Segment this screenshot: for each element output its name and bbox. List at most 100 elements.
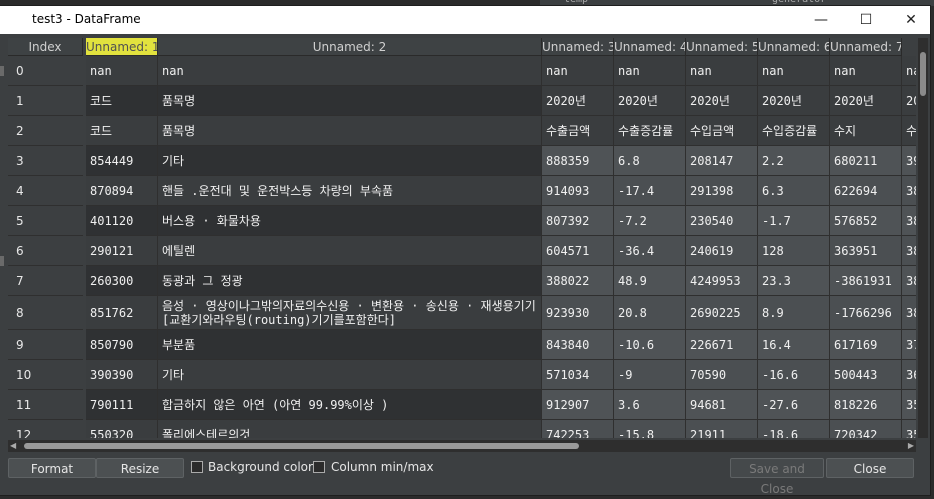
table-cell[interactable]: -36.4 — [614, 236, 686, 265]
table-cell[interactable]: 기타 — [158, 360, 542, 389]
table-cell[interactable]: -1.7 — [758, 206, 830, 235]
table-cell[interactable]: 폴리에스테르의것 — [158, 420, 542, 438]
background-color-label[interactable]: Background color — [208, 460, 313, 474]
column-header[interactable]: Unnamed: 2 — [158, 38, 542, 56]
column-minmax-checkbox[interactable] — [313, 461, 325, 473]
dataframe-grid[interactable]: Index Unnamed: 1 Unnamed: 2 Unnamed: 3 U… — [8, 38, 916, 438]
table-cell[interactable]: 2020년 — [758, 86, 830, 115]
table-cell[interactable]: 16.4 — [758, 330, 830, 359]
table-cell[interactable]: -27.6 — [758, 390, 830, 419]
table-cell[interactable]: 기타 — [158, 146, 542, 175]
table-cell[interactable]: 2.2 — [758, 146, 830, 175]
table-cell[interactable]: 38 — [902, 296, 916, 329]
table-cell[interactable]: 2020년 — [686, 86, 758, 115]
table-cell[interactable]: -7.2 — [614, 206, 686, 235]
table-cell[interactable]: 36 — [902, 360, 916, 389]
table-cell[interactable]: 음성 · 영상이나그밖의자료의수신용 · 변환용 · 송신용 · 재생용기기[교… — [158, 296, 542, 329]
table-cell[interactable]: 128 — [758, 236, 830, 265]
table-cell[interactable]: 363951 — [830, 236, 902, 265]
column-minmax-label[interactable]: Column min/max — [331, 460, 434, 474]
table-cell[interactable]: 합금하지 않은 아연 (아연 99.99%이상 ) — [158, 390, 542, 419]
table-cell[interactable]: 수출금액 — [542, 116, 614, 145]
table-cell[interactable]: 수출증감률 — [614, 116, 686, 145]
table-cell[interactable]: 851762 — [86, 296, 158, 329]
column-header[interactable]: Unnamed: 6 — [758, 38, 830, 56]
table-cell[interactable]: 500443 — [830, 360, 902, 389]
column-header[interactable]: Unnamed: 1 — [86, 38, 158, 56]
table-cell[interactable]: 240619 — [686, 236, 758, 265]
table-cell[interactable]: 8.9 — [758, 296, 830, 329]
table-cell[interactable]: nan — [830, 56, 902, 85]
table-cell[interactable]: 401120 — [86, 206, 158, 235]
table-cell[interactable]: 854449 — [86, 146, 158, 175]
table-cell[interactable]: 에틸렌 — [158, 236, 542, 265]
table-cell[interactable]: 226671 — [686, 330, 758, 359]
table-cell[interactable]: 수입증감률 — [758, 116, 830, 145]
table-cell[interactable]: -1766296 — [830, 296, 902, 329]
table-cell[interactable]: -18.6 — [758, 420, 830, 438]
table-cell[interactable]: 680211 — [830, 146, 902, 175]
column-header[interactable]: Unnamed: 3 — [542, 38, 614, 56]
table-cell[interactable]: 550320 — [86, 420, 158, 438]
table-cell[interactable]: 20 — [902, 86, 916, 115]
row-index-cell[interactable]: 3 — [8, 146, 83, 176]
table-cell[interactable]: nan — [542, 56, 614, 85]
row-index-cell[interactable]: 12 — [8, 420, 83, 439]
scroll-left-icon[interactable]: ◀ — [10, 440, 16, 452]
table-cell[interactable]: 870894 — [86, 176, 158, 205]
horizontal-scrollbar-thumb[interactable] — [24, 443, 579, 449]
table-cell[interactable]: 850790 — [86, 330, 158, 359]
table-cell[interactable]: 수지 — [830, 116, 902, 145]
table-cell[interactable]: 2020년 — [542, 86, 614, 115]
close-window-button[interactable]: ✕ — [888, 6, 934, 34]
table-cell[interactable]: 390390 — [86, 360, 158, 389]
table-cell[interactable]: -15.8 — [614, 420, 686, 438]
table-cell[interactable]: -10.6 — [614, 330, 686, 359]
row-index-cell[interactable]: 7 — [8, 266, 83, 296]
table-cell[interactable]: na — [902, 56, 916, 85]
table-cell[interactable]: 35 — [902, 420, 916, 438]
table-cell[interactable]: 버스용 · 화물차용 — [158, 206, 542, 235]
row-index-cell[interactable]: 6 — [8, 236, 83, 266]
table-cell[interactable]: 6.8 — [614, 146, 686, 175]
table-cell[interactable]: 부분품 — [158, 330, 542, 359]
table-cell[interactable]: 2690225 — [686, 296, 758, 329]
table-cell[interactable]: 923930 — [542, 296, 614, 329]
title-bar[interactable]: test3 - DataFrame — ☐ ✕ — [0, 6, 930, 34]
table-cell[interactable]: 617169 — [830, 330, 902, 359]
table-cell[interactable]: 품목명 — [158, 116, 542, 145]
column-header[interactable]: Unnamed: 7 — [830, 38, 902, 56]
table-cell[interactable]: 20.8 — [614, 296, 686, 329]
table-cell[interactable]: 핸들 .운전대 및 운전박스등 차량의 부속품 — [158, 176, 542, 205]
table-cell[interactable]: 37 — [902, 330, 916, 359]
table-cell[interactable]: 수 — [902, 116, 916, 145]
column-header[interactable]: Unnamed: 5 — [686, 38, 758, 56]
table-cell[interactable]: 888359 — [542, 146, 614, 175]
table-cell[interactable]: 576852 — [830, 206, 902, 235]
table-cell[interactable]: 260300 — [86, 266, 158, 295]
background-color-checkbox[interactable] — [191, 461, 203, 473]
vertical-scrollbar[interactable] — [918, 38, 928, 438]
table-cell[interactable]: nan — [158, 56, 542, 85]
table-cell[interactable]: 35 — [902, 390, 916, 419]
horizontal-scrollbar[interactable]: ◀ ▶ — [8, 440, 916, 452]
table-cell[interactable]: 388022 — [542, 266, 614, 295]
table-cell[interactable]: 3.6 — [614, 390, 686, 419]
table-cell[interactable]: 914093 — [542, 176, 614, 205]
column-header[interactable]: Unnamed: 4 — [614, 38, 686, 56]
table-cell[interactable]: nan — [614, 56, 686, 85]
table-cell[interactable]: 48.9 — [614, 266, 686, 295]
table-cell[interactable]: 604571 — [542, 236, 614, 265]
save-and-close-button[interactable]: Save and Close — [730, 458, 824, 496]
table-cell[interactable]: -16.6 — [758, 360, 830, 389]
row-index-cell[interactable]: 10 — [8, 360, 83, 390]
vertical-scrollbar-thumb[interactable] — [920, 52, 926, 96]
table-cell[interactable]: 수입금액 — [686, 116, 758, 145]
table-cell[interactable]: 4249953 — [686, 266, 758, 295]
row-index-cell[interactable]: 11 — [8, 390, 83, 420]
table-cell[interactable]: 230540 — [686, 206, 758, 235]
resize-button[interactable]: Resize — [96, 458, 184, 478]
minimize-button[interactable]: — — [798, 6, 844, 34]
table-cell[interactable]: 912907 — [542, 390, 614, 419]
table-cell[interactable]: nan — [758, 56, 830, 85]
